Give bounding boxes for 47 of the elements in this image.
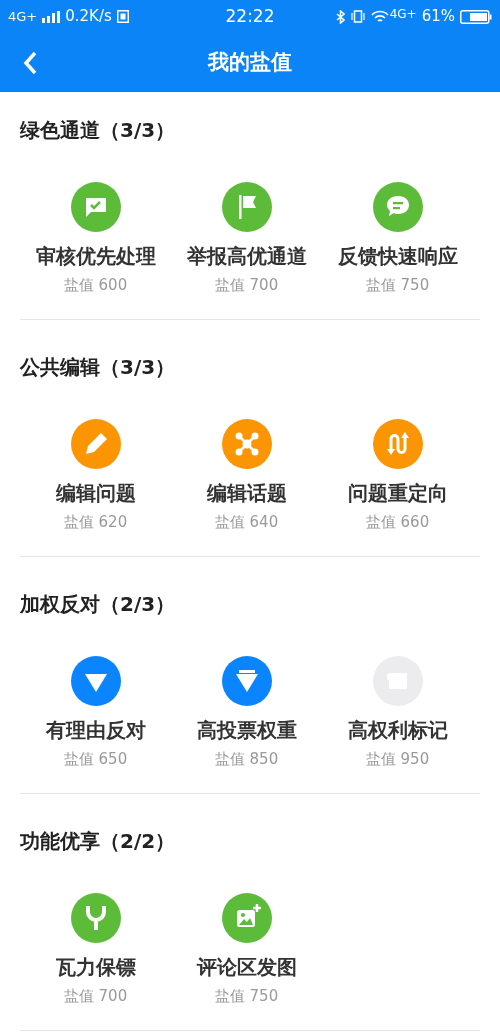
network-type: 4G+ (8, 7, 38, 26)
privilege-name: 审核优先处理 (35, 244, 156, 268)
check-bubble-icon[interactable] (70, 182, 121, 232)
app-notification-icon (116, 10, 129, 23)
wifi-icon (370, 10, 389, 23)
network-type: 4G+ (389, 5, 417, 23)
privilege-name: 编辑问题 (55, 481, 136, 505)
privilege-name: 高投票权重 (196, 718, 297, 742)
privilege-name: 评论区发图 (196, 955, 297, 979)
bluetooth-icon (335, 9, 345, 24)
pencil-icon[interactable] (70, 419, 121, 469)
nodes-icon[interactable] (221, 419, 272, 469)
privilege-name: 瓦力保镖 (55, 955, 136, 979)
privilege-name: 反馈快速响应 (337, 244, 458, 268)
section-title: 功能优享（2/2） (20, 828, 177, 855)
network-speed: 0.2K/s (65, 6, 112, 28)
privilege-name: 编辑话题 (206, 481, 287, 505)
privilege-name: 高权利标记 (347, 718, 448, 742)
redirect-icon[interactable] (372, 419, 423, 469)
salt-value: 盐值 650 (63, 750, 128, 768)
salt-value: 盐值 600 (63, 276, 128, 294)
clock: 22:22 (224, 4, 276, 28)
salt-value: 盐值 750 (214, 987, 279, 1005)
section-title: 公共编辑（3/3） (20, 354, 177, 381)
privilege-name: 举报高优通道 (186, 244, 307, 268)
privilege-name: 有理由反对 (45, 718, 146, 742)
privilege-name: 问题重定向 (347, 481, 448, 505)
battery-icon (460, 9, 492, 24)
salt-value: 盐值 660 (365, 513, 430, 531)
image-add-icon[interactable] (221, 893, 272, 943)
salt-value: 盐值 700 (63, 987, 128, 1005)
signal-icon (42, 10, 61, 23)
section-title: 加权反对（2/3） (20, 591, 177, 618)
salt-value: 盐值 850 (214, 750, 279, 768)
salt-value: 盐值 700 (214, 276, 279, 294)
vibrate-icon (349, 10, 366, 23)
salt-value: 盐值 640 (214, 513, 279, 531)
back-icon (23, 50, 37, 75)
battery-percent: 61% (421, 6, 455, 28)
salt-value: 盐值 950 (365, 750, 430, 768)
salt-value: 盐值 750 (365, 276, 430, 294)
section-title: 绿色通道（3/3） (20, 117, 177, 144)
chat-icon[interactable] (372, 182, 423, 232)
flag-icon[interactable] (221, 182, 272, 232)
salt-value: 盐值 620 (63, 513, 128, 531)
page-title: 我的盐值 (208, 48, 292, 76)
slingshot-icon[interactable] (70, 893, 121, 943)
